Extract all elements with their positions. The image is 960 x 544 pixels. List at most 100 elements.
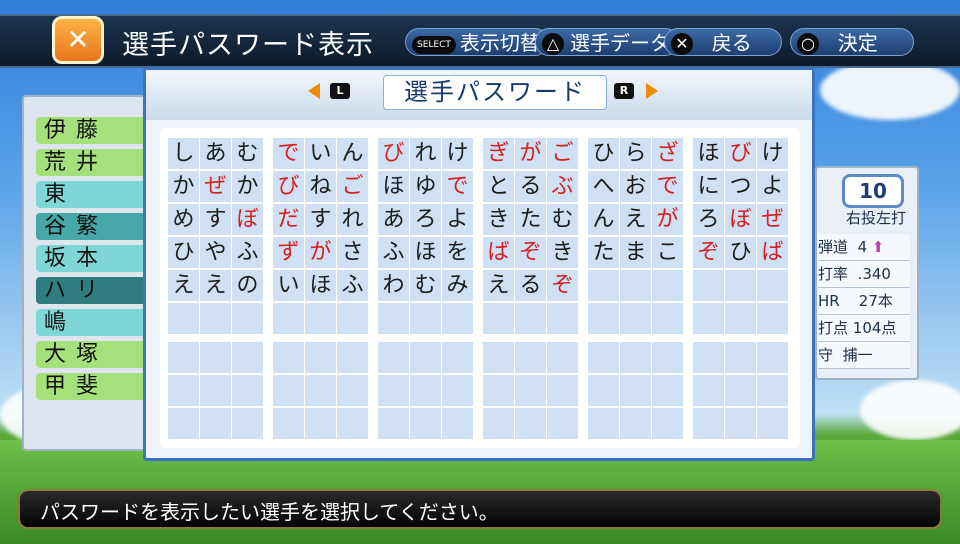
password-cell: び xyxy=(378,138,409,169)
password-cell xyxy=(693,342,724,373)
password-cell xyxy=(273,375,304,406)
password-cell xyxy=(652,270,683,301)
confirm-button[interactable]: ○ 決定 xyxy=(790,28,914,56)
password-cell xyxy=(483,303,514,334)
password-cell: や xyxy=(200,237,231,268)
cloud xyxy=(820,60,960,120)
password-cell: あ xyxy=(378,204,409,235)
password-cell: ひ xyxy=(168,237,199,268)
stat-label: HR xyxy=(818,292,840,310)
player-list-item[interactable]: 甲斐 xyxy=(36,373,146,400)
password-cell: で xyxy=(273,138,304,169)
password-cell: た xyxy=(588,237,619,268)
password-cell: が xyxy=(515,138,546,169)
player-list-item[interactable]: ハリ xyxy=(36,277,146,304)
password-cell: を xyxy=(442,237,473,268)
player-list-item[interactable]: 伊藤 xyxy=(36,117,146,144)
arrow-left-icon[interactable] xyxy=(308,83,320,99)
password-cell xyxy=(305,342,336,373)
player-data-button[interactable]: △ 選手データ xyxy=(535,28,679,56)
password-cell: す xyxy=(200,204,231,235)
password-cell: だ xyxy=(273,204,304,235)
password-cell: ひ xyxy=(588,138,619,169)
password-cell xyxy=(547,303,578,334)
player-list-item[interactable]: 坂本 xyxy=(36,245,146,272)
password-cell: え xyxy=(200,270,231,301)
password-cell: ふ xyxy=(378,237,409,268)
password-cell: ふ xyxy=(232,237,263,268)
password-cell: お xyxy=(620,171,651,202)
password-cell: え xyxy=(168,270,199,301)
password-cell: ま xyxy=(620,237,651,268)
password-cell xyxy=(725,270,756,301)
password-cell: き xyxy=(483,204,514,235)
password-cell: む xyxy=(410,270,441,301)
password-cell: あ xyxy=(200,138,231,169)
triangle-key-icon: △ xyxy=(542,33,564,55)
password-cell xyxy=(232,342,263,373)
password-cell xyxy=(693,303,724,334)
stat-label: 弾道 xyxy=(818,238,849,256)
password-cell xyxy=(378,408,409,439)
stat-label: 打点 xyxy=(818,319,849,337)
arrow-right-icon[interactable] xyxy=(646,83,658,99)
l-button-icon[interactable]: L xyxy=(330,83,350,99)
player-list-item[interactable]: 谷繁 xyxy=(36,213,146,240)
password-cell xyxy=(620,408,651,439)
password-cell: が xyxy=(652,204,683,235)
r-button-icon[interactable]: R xyxy=(614,83,634,99)
password-cell xyxy=(620,270,651,301)
password-grid: しあむでいんびれけぎがごひらざほびけかぜかびねごほゆでとるぶへおでにつよめすぼだ… xyxy=(160,128,800,448)
password-cell xyxy=(652,303,683,334)
password-cell: ば xyxy=(483,237,514,268)
password-cell xyxy=(725,303,756,334)
password-cell: ん xyxy=(588,204,619,235)
password-cell: に xyxy=(693,171,724,202)
player-list-item[interactable]: 東 xyxy=(36,181,146,208)
confirm-label: 決定 xyxy=(837,31,878,55)
password-cell: よ xyxy=(757,171,788,202)
password-cell: み xyxy=(442,270,473,301)
password-cell: よ xyxy=(442,204,473,235)
password-cell: た xyxy=(515,204,546,235)
stat-value: 捕一 xyxy=(842,346,873,364)
password-cell xyxy=(232,408,263,439)
password-cell: ろ xyxy=(410,204,441,235)
password-cell xyxy=(442,303,473,334)
password-cell: が xyxy=(305,237,336,268)
stat-value: .340 xyxy=(857,265,891,283)
message-text: パスワードを表示したい選手を選択してください。 xyxy=(40,500,499,524)
password-cell xyxy=(337,303,368,334)
password-cell xyxy=(693,270,724,301)
password-cell: い xyxy=(305,138,336,169)
password-cell: び xyxy=(725,138,756,169)
cross-key-icon: ✕ xyxy=(671,33,693,55)
back-button[interactable]: ✕ 戻る xyxy=(664,28,782,56)
message-bar: パスワードを表示したい選手を選択してください。 xyxy=(18,489,942,529)
password-cell xyxy=(410,408,441,439)
password-cell xyxy=(725,408,756,439)
password-cell xyxy=(442,342,473,373)
password-cell: か xyxy=(168,171,199,202)
password-cell: む xyxy=(232,138,263,169)
password-cell xyxy=(273,342,304,373)
password-cell xyxy=(168,303,199,334)
password-cell xyxy=(652,342,683,373)
password-cell xyxy=(515,375,546,406)
crossed-bats-icon: ✕ xyxy=(52,16,104,64)
password-cell xyxy=(757,303,788,334)
password-cell: き xyxy=(547,237,578,268)
player-list-item[interactable]: 荒井 xyxy=(36,149,146,176)
password-cell: つ xyxy=(725,171,756,202)
stat-value: 4 xyxy=(857,238,868,256)
stat-row: 弾道 4 ⬆ xyxy=(818,234,910,261)
password-cell xyxy=(200,342,231,373)
password-cell xyxy=(620,303,651,334)
password-cell: ら xyxy=(620,138,651,169)
player-list-item[interactable]: 嶋 xyxy=(36,309,146,336)
stat-row: HR 27本 xyxy=(818,288,910,315)
player-list-item[interactable]: 大塚 xyxy=(36,341,146,368)
uniform-number: 10 xyxy=(842,174,904,208)
password-cell: ぎ xyxy=(483,138,514,169)
toggle-view-button[interactable]: SELECT 表示切替 xyxy=(405,28,549,56)
